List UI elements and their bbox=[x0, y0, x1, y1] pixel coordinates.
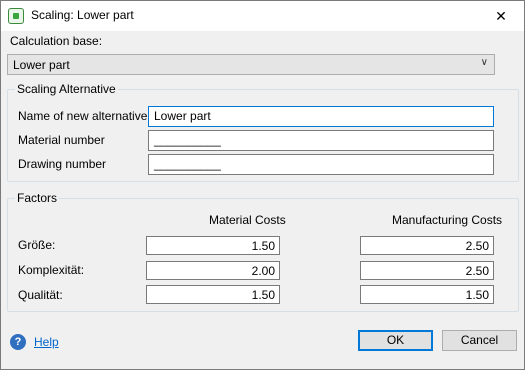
material-factor-input[interactable]: 2.00 bbox=[146, 261, 280, 280]
factor-row-label: Komplexität: bbox=[18, 263, 85, 277]
scaling-alternative-title: Scaling Alternative bbox=[15, 82, 118, 96]
cancel-button[interactable]: Cancel bbox=[442, 330, 517, 351]
calculation-base-label: Calculation base: bbox=[10, 34, 103, 48]
manufacturing-factor-input[interactable]: 1.50 bbox=[360, 285, 494, 304]
help-icon[interactable]: ? bbox=[10, 334, 26, 350]
factors-title: Factors bbox=[15, 191, 60, 205]
factor-row-label: Qualität: bbox=[18, 288, 63, 302]
dialog-window: Scaling: Lower part ✕ Calculation base: … bbox=[0, 0, 525, 370]
app-icon bbox=[8, 8, 24, 24]
help-link[interactable]: Help bbox=[34, 335, 59, 349]
material-costs-header: Material Costs bbox=[209, 213, 286, 227]
name-label: Name of new alternative: bbox=[18, 109, 151, 123]
material-factor-input[interactable]: 1.50 bbox=[146, 236, 280, 255]
name-input[interactable]: Lower part bbox=[148, 106, 494, 127]
drawing-number-label: Drawing number bbox=[18, 157, 107, 171]
close-icon[interactable]: ✕ bbox=[478, 1, 524, 31]
material-factor-input[interactable]: 1.50 bbox=[146, 285, 280, 304]
material-number-input[interactable]: __________ bbox=[148, 130, 494, 151]
window-title: Scaling: Lower part bbox=[31, 8, 134, 22]
factor-row-label: Größe: bbox=[18, 238, 56, 252]
chevron-down-icon: ∨ bbox=[480, 57, 488, 68]
manufacturing-factor-input[interactable]: 2.50 bbox=[360, 261, 494, 280]
drawing-number-input[interactable]: __________ bbox=[148, 154, 494, 175]
manufacturing-costs-header: Manufacturing Costs bbox=[392, 213, 503, 227]
calculation-base-value: Lower part bbox=[13, 58, 70, 72]
material-number-label: Material number bbox=[18, 133, 105, 147]
calculation-base-select[interactable]: Lower part ∨ bbox=[7, 54, 495, 75]
manufacturing-factor-input[interactable]: 2.50 bbox=[360, 236, 494, 255]
title-bar[interactable]: Scaling: Lower part ✕ bbox=[1, 1, 524, 31]
ok-button[interactable]: OK bbox=[358, 330, 433, 351]
